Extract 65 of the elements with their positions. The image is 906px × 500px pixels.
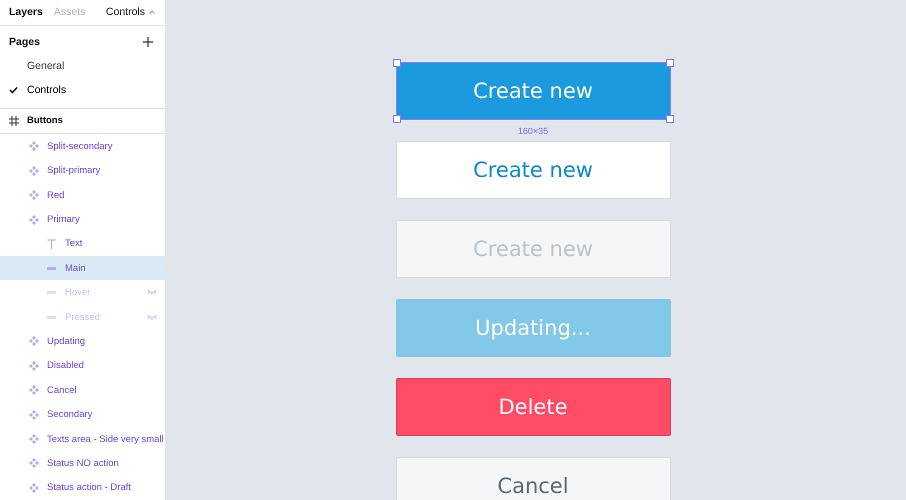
component-icon: [29, 410, 39, 420]
canvas-button[interactable]: Create new: [396, 62, 670, 120]
layer-item[interactable]: Updating: [0, 329, 165, 354]
component-icon: [29, 190, 39, 200]
hidden-eye-icon: [147, 290, 157, 296]
resize-handle[interactable]: [392, 59, 400, 67]
resize-handle[interactable]: [392, 115, 400, 123]
size-label: 160×35: [516, 126, 550, 136]
layer-name: Hover: [65, 287, 90, 298]
text-icon: [47, 238, 56, 249]
layer-name: Main: [65, 262, 86, 274]
layer-item[interactable]: Split-primary: [0, 158, 165, 183]
component-icon: [29, 482, 39, 493]
rectangle-icon: [47, 291, 56, 294]
component-icon: [29, 434, 39, 444]
hash-icon: [9, 116, 19, 126]
layer-name: Cancel: [47, 384, 77, 396]
layer-item[interactable]: Text: [0, 232, 165, 256]
check-icon: [9, 86, 18, 94]
canvas-button[interactable]: Delete: [396, 378, 670, 436]
rectangle-icon: [47, 316, 56, 319]
layer-name: Red: [47, 190, 64, 201]
layer-item[interactable]: Buttons: [0, 108, 165, 134]
component-icon: [29, 214, 39, 224]
component-icon: [29, 336, 39, 346]
component-icon: [29, 385, 39, 396]
component-icon: [29, 166, 39, 176]
layer-name: Updating: [47, 336, 86, 347]
layer-item[interactable]: Status NO action: [0, 451, 165, 476]
component-icon: [29, 360, 39, 371]
canvas-button[interactable]: Cancel: [396, 457, 670, 500]
layer-item[interactable]: Status action - Draft: [0, 476, 165, 500]
page-menu[interactable]: Controls: [106, 6, 155, 18]
caret-icon: [149, 10, 155, 14]
layer-item[interactable]: Cancel: [0, 378, 165, 402]
layer-name: Split-secondary: [47, 140, 112, 152]
page-item[interactable]: Controls: [0, 78, 165, 102]
layer-name: Split-primary: [47, 165, 100, 176]
layer-item[interactable]: Split-secondary: [0, 134, 165, 159]
rectangle-icon: [47, 266, 56, 270]
section-title: Pages: [9, 36, 40, 48]
layer-item[interactable]: Secondary: [0, 402, 165, 427]
layer-name: Primary: [47, 214, 80, 225]
layer-name: Text: [65, 238, 82, 250]
panel-tab[interactable]: Layers: [9, 6, 43, 18]
component-icon: [29, 141, 39, 152]
layer-item[interactable]: Red: [0, 182, 165, 208]
layer-name: Disabled: [47, 360, 84, 372]
component-icon: [29, 458, 39, 468]
layer-name: Pressed: [65, 312, 100, 323]
resize-handle[interactable]: [666, 59, 674, 67]
plus-icon[interactable]: [143, 36, 153, 47]
layer-item[interactable]: Main: [0, 256, 165, 280]
layer-item[interactable]: Disabled: [0, 354, 165, 378]
layer-name: Secondary: [47, 409, 92, 420]
resize-handle[interactable]: [666, 115, 674, 123]
page-item[interactable]: General: [0, 54, 165, 78]
layer-item[interactable]: Primary: [0, 207, 165, 232]
layer-name: Buttons: [27, 115, 63, 126]
layer-name: Texts area - Side very small: [47, 434, 164, 445]
layer-name: Status NO action: [47, 458, 119, 469]
canvas-button[interactable]: Create new: [396, 141, 670, 199]
layer-item[interactable]: Texts area - Side very small: [0, 426, 165, 452]
layer-name: Status action - Draft: [47, 482, 131, 494]
hidden-eye-icon: [147, 314, 157, 320]
